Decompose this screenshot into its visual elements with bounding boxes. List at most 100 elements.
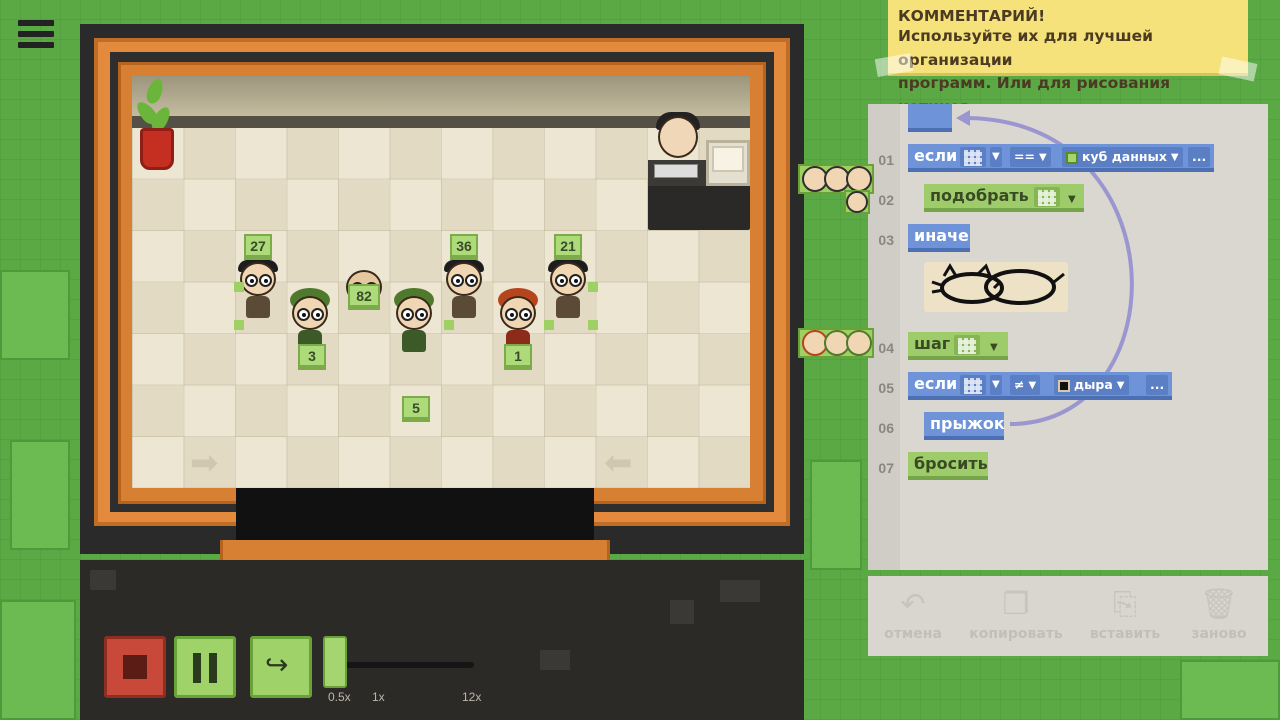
speed-label-mid: 1x [372,690,385,704]
step-button[interactable]: ↪ [250,636,312,698]
trash-icon: 🗑 [1199,588,1239,621]
direction-selector[interactable] [954,335,980,355]
more-button[interactable]: ... [1188,147,1211,167]
target-select[interactable]: куб данных ▼ [1062,147,1183,167]
worker-body [246,296,270,318]
here-selector[interactable] [960,147,986,167]
undo-icon: ↶ [900,588,926,621]
if-keyword: если [914,146,958,165]
bg-decor [0,600,76,720]
else-block[interactable]: иначе [908,224,970,252]
copy-button[interactable]: ❐ копировать [968,584,1064,642]
worker[interactable] [444,260,484,322]
chevron-down-icon: ▼ [1170,151,1179,163]
menu-button[interactable] [18,20,54,52]
tile-icon [964,149,982,166]
wall-block [670,600,694,624]
operator-select[interactable]: ≠ ▼ [1010,375,1041,395]
line-number: 05 [878,380,894,396]
cat-drawing-comment[interactable] [924,262,1068,312]
speed-slider[interactable] [336,662,474,668]
step-label: шаг [914,334,951,353]
bg-decor [1180,660,1280,720]
worker[interactable] [238,260,278,322]
agent-face [846,191,868,213]
undo-button[interactable]: ↶ отмена [868,584,958,642]
selection-marker [234,282,244,292]
eye [519,308,532,321]
target-select[interactable]: дыра ▼ [1054,375,1129,395]
paste-button[interactable]: ⎘ вставить [1080,584,1170,642]
jump-label: прыжок [930,414,1005,433]
agent-face [846,330,872,356]
operator-select[interactable]: == ▼ [1010,147,1051,167]
worker-body [402,330,426,352]
eye [451,274,464,287]
monitor-screen [712,146,744,172]
bg-decor [0,270,70,360]
boss-character [658,116,698,158]
dropdown-arrow[interactable]: ▼ [990,375,1002,395]
target-label: куб данных [1082,149,1167,164]
paste-icon: ⎘ [1113,588,1137,621]
room-back-wall [132,76,750,118]
hole-icon [1058,379,1070,392]
arrow-right-icon: ➡ [190,444,219,482]
data-cube: 82 [348,284,380,310]
reset-label: заново [1191,626,1247,642]
jump-block[interactable]: прыжок [924,412,1005,440]
else-label: иначе [914,226,969,245]
step-block[interactable]: шаг ▼ [908,332,1008,360]
if-block[interactable]: если ▼ ≠ ▼ дыра ▼ ... [908,372,1172,400]
worker[interactable] [548,260,588,322]
copy-label: копировать [969,626,1063,642]
pause-button[interactable] [174,636,236,698]
stop-icon [123,655,147,679]
stop-button[interactable] [104,636,166,698]
hamburger-icon [18,42,54,48]
selection-marker [444,320,454,330]
selection-marker [588,282,598,292]
chevron-down-icon: ▼ [1028,379,1037,391]
chevron-down-icon: ▼ [1068,194,1076,205]
data-cube: 3 [298,344,326,370]
if-block[interactable]: если ▼ == ▼ куб данных ▼ ... [908,144,1214,172]
hamburger-icon [18,31,54,37]
wall-block [90,570,116,590]
cat-drawing [931,263,1065,305]
speed-slider-handle[interactable] [323,636,347,688]
target-label: дыра [1074,377,1113,392]
hamburger-icon [18,20,54,26]
eye [311,308,324,321]
undo-label: отмена [884,626,942,642]
line-number: 07 [878,460,894,476]
reset-button[interactable]: 🗑 заново [1174,584,1264,642]
chevron-down-icon: ▼ [1038,151,1047,163]
here-selector[interactable] [960,375,986,395]
bg-decor [10,440,70,550]
line-number: 04 [878,340,894,356]
chevron-down-icon: ▼ [1116,379,1125,391]
data-cube: 5 [402,396,430,422]
worker-body [452,296,476,318]
cube-icon [1066,151,1078,164]
data-cube: 21 [554,234,582,260]
comment-note[interactable]: КОММЕНТАРИЙ! Используйте их для лучшей о… [874,0,1258,116]
chevron-down-icon: ▼ [990,342,998,353]
worker[interactable] [394,288,434,356]
wall-block [540,650,570,670]
pickup-block[interactable]: подобрать ▼ [924,184,1084,212]
more-button[interactable]: ... [1146,375,1169,395]
eye [569,274,582,287]
plant-pot [140,128,174,170]
eye [245,274,258,287]
arrow-left-icon: ⬅ [604,444,633,482]
direction-selector[interactable] [1034,187,1060,207]
pause-icon [209,653,217,683]
agent-face [846,166,872,192]
jump-target[interactable] [908,104,952,132]
drop-block[interactable]: бросить [908,452,988,480]
paste-label: вставить [1089,626,1161,642]
dropdown-arrow[interactable]: ▼ [990,147,1002,167]
selection-marker [234,320,244,330]
